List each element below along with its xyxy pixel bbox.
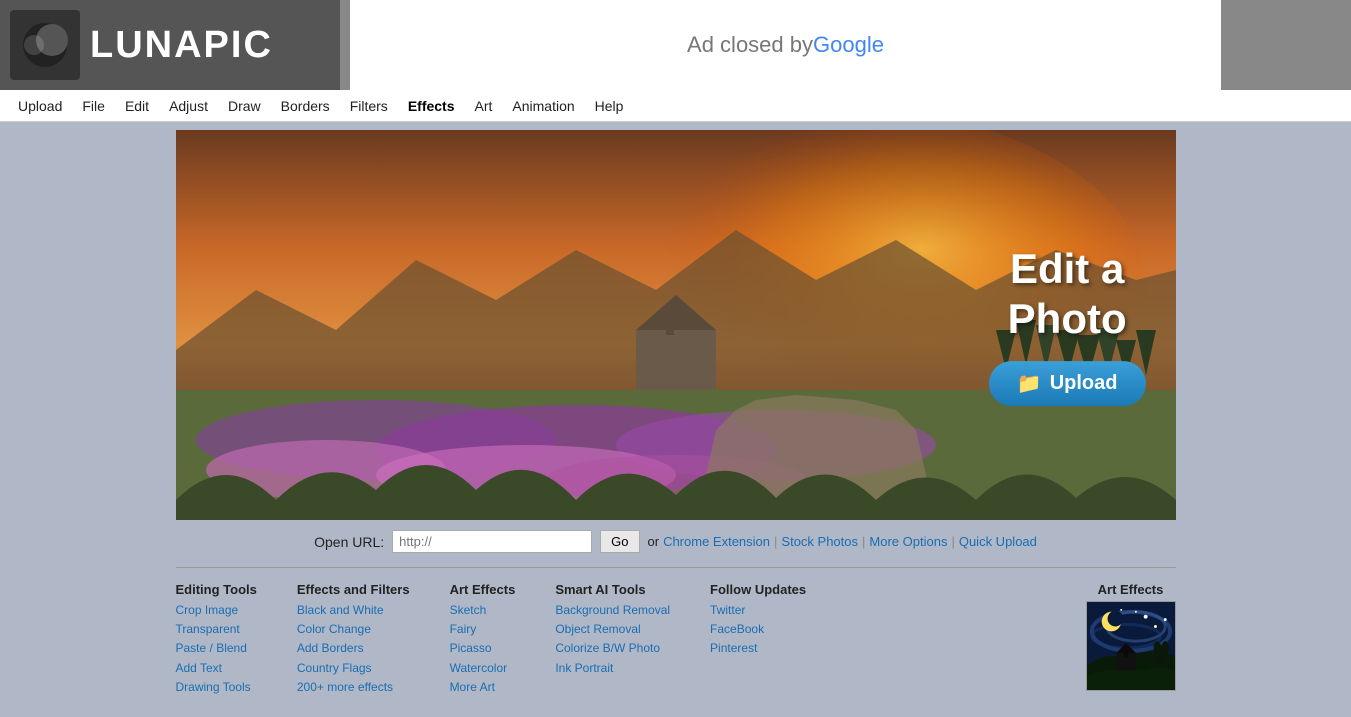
footer-link-ink-portrait[interactable]: Ink Portrait: [555, 659, 670, 678]
more-options-link[interactable]: More Options: [869, 534, 947, 549]
sep1: |: [774, 534, 777, 549]
upload-label: Upload: [1050, 372, 1118, 395]
starry-night-svg: [1087, 602, 1175, 690]
art-effects-heading: Art Effects: [450, 582, 516, 597]
footer-link-fairy[interactable]: Fairy: [450, 620, 516, 639]
footer-link-facebook[interactable]: FaceBook: [710, 620, 806, 639]
editing-tools-heading: Editing Tools: [176, 582, 257, 597]
nav-borders[interactable]: Borders: [271, 92, 340, 120]
footer-effects-filters: Effects and Filters Black and White Colo…: [297, 582, 410, 697]
footer-link-crop[interactable]: Crop Image: [176, 601, 257, 620]
follow-heading: Follow Updates: [710, 582, 806, 597]
chrome-extension-link[interactable]: Chrome Extension: [663, 534, 770, 549]
footer-links: Editing Tools Crop Image Transparent Pas…: [176, 572, 1176, 717]
ad-closed-area: Ad closed by Google: [350, 0, 1221, 90]
sep2: |: [862, 534, 865, 549]
footer-art-effects: Art Effects Sketch Fairy Picasso Waterco…: [450, 582, 516, 697]
footer-link-color-change[interactable]: Color Change: [297, 620, 410, 639]
footer-link-add-borders[interactable]: Add Borders: [297, 639, 410, 658]
go-button[interactable]: Go: [600, 530, 639, 553]
footer-link-add-text[interactable]: Add Text: [176, 659, 257, 678]
edit-photo-title: Edit a Photo: [989, 244, 1146, 345]
nav-file[interactable]: File: [72, 92, 115, 120]
nav-adjust[interactable]: Adjust: [159, 92, 218, 120]
footer-link-pinterest[interactable]: Pinterest: [710, 639, 806, 658]
footer-link-transparent[interactable]: Transparent: [176, 620, 257, 639]
footer-editing-tools: Editing Tools Crop Image Transparent Pas…: [176, 582, 257, 697]
nav-edit[interactable]: Edit: [115, 92, 159, 120]
upload-button[interactable]: 📁 Upload: [989, 361, 1146, 406]
open-url-label: Open URL:: [314, 534, 384, 550]
footer-link-bw[interactable]: Black and White: [297, 601, 410, 620]
art-effects-thumbnail-section: Art Effects: [1086, 582, 1176, 697]
nav-upload[interactable]: Upload: [8, 92, 72, 120]
navbar: Upload File Edit Adjust Draw Borders Fil…: [0, 90, 1351, 122]
sep3: |: [951, 534, 954, 549]
footer-smart-ai: Smart AI Tools Background Removal Object…: [555, 582, 670, 697]
logo-icon: [10, 10, 80, 80]
footer-link-twitter[interactable]: Twitter: [710, 601, 806, 620]
logo-area: LUNAPIC: [0, 0, 340, 90]
edit-photo-panel: Edit a Photo 📁 Upload: [989, 244, 1146, 406]
footer-link-sketch[interactable]: Sketch: [450, 601, 516, 620]
nav-draw[interactable]: Draw: [218, 92, 271, 120]
footer-link-object-removal[interactable]: Object Removal: [555, 620, 670, 639]
footer-link-country-flags[interactable]: Country Flags: [297, 659, 410, 678]
ad-closed-label: Ad closed by: [687, 32, 813, 58]
nav-filters[interactable]: Filters: [340, 92, 398, 120]
art-effects-thumb-heading: Art Effects: [1098, 582, 1164, 597]
nav-effects[interactable]: Effects: [398, 92, 465, 120]
nav-art[interactable]: Art: [465, 92, 503, 120]
footer-link-colorize[interactable]: Colorize B/W Photo: [555, 639, 670, 658]
footer-follow: Follow Updates Twitter FaceBook Pinteres…: [710, 582, 806, 697]
hero-container: Edit a Photo 📁 Upload: [176, 130, 1176, 520]
url-extras: or Chrome Extension | Stock Photos | Mor…: [648, 534, 1037, 549]
or-text: or: [648, 534, 660, 549]
stock-photos-link[interactable]: Stock Photos: [781, 534, 858, 549]
ad-google-label: Google: [813, 32, 884, 58]
upload-icon: 📁: [1017, 371, 1042, 396]
nav-animation[interactable]: Animation: [502, 92, 584, 120]
footer-link-more-effects[interactable]: 200+ more effects: [297, 678, 410, 697]
moon-icon: [20, 20, 70, 70]
quick-upload-link[interactable]: Quick Upload: [959, 534, 1037, 549]
art-effects-thumb-image[interactable]: [1086, 601, 1176, 691]
url-input[interactable]: [392, 530, 592, 553]
footer-link-paste-blend[interactable]: Paste / Blend: [176, 639, 257, 658]
footer-link-drawing-tools[interactable]: Drawing Tools: [176, 678, 257, 697]
main-content: Edit a Photo 📁 Upload Open URL: Go or Ch…: [0, 122, 1351, 717]
nav-help[interactable]: Help: [585, 92, 634, 120]
url-bar: Open URL: Go or Chrome Extension | Stock…: [314, 530, 1037, 553]
footer-link-picasso[interactable]: Picasso: [450, 639, 516, 658]
smart-ai-heading: Smart AI Tools: [555, 582, 670, 597]
footer-link-bg-removal[interactable]: Background Removal: [555, 601, 670, 620]
footer-link-watercolor[interactable]: Watercolor: [450, 659, 516, 678]
header-right-gray: [1231, 0, 1351, 90]
divider: [176, 567, 1176, 568]
header: LUNAPIC Ad closed by Google: [0, 0, 1351, 90]
logo-text: LUNAPIC: [90, 24, 273, 67]
effects-filters-heading: Effects and Filters: [297, 582, 410, 597]
footer-link-more-art[interactable]: More Art: [450, 678, 516, 697]
